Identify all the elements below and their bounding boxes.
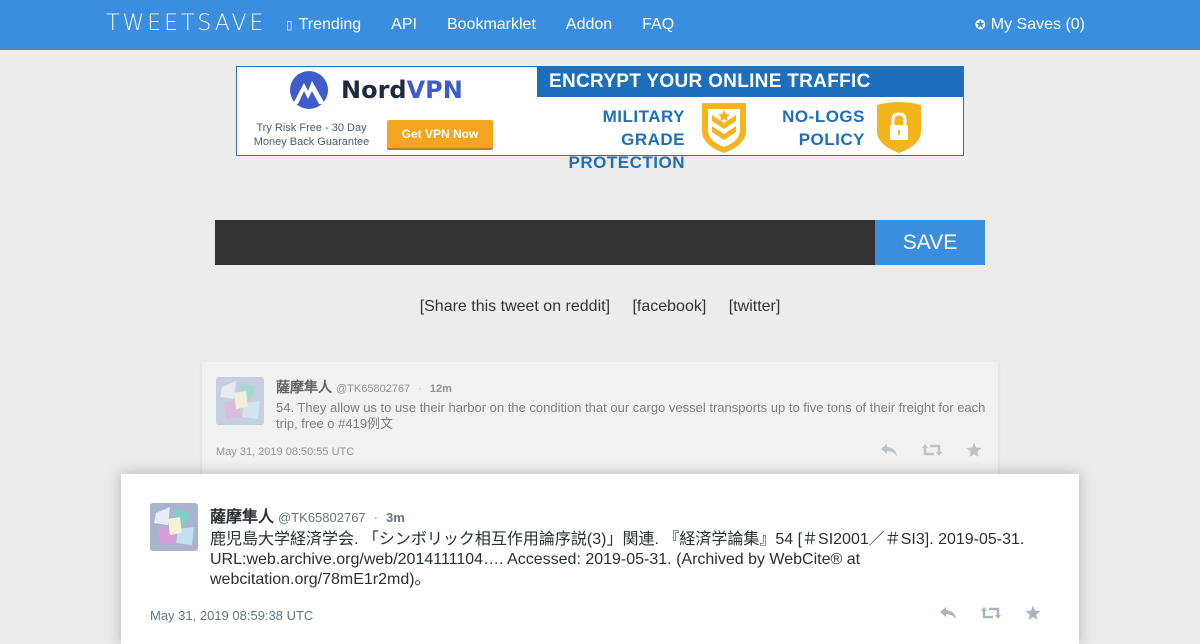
tweet-text: 54. They allow us to use their harbor on…	[276, 400, 986, 431]
ad-guarantee: Try Risk Free - 30 Day Money Back Guaran…	[253, 122, 370, 148]
retweet-icon[interactable]	[922, 443, 942, 457]
share-twitter-link[interactable]: [twitter]	[729, 298, 781, 315]
my-saves-label: My Saves (0)	[990, 16, 1085, 33]
avatar[interactable]	[150, 503, 198, 551]
ad-banner[interactable]: NordVPN Try Risk Free - 30 Day Money Bac…	[236, 66, 964, 172]
reply-icon[interactable]	[880, 443, 898, 457]
nav-addon-label: Addon	[565, 16, 613, 33]
tweet-author-handle[interactable]: @TK65802767	[278, 510, 366, 525]
tweet-actions	[915, 605, 1041, 621]
tweet-relative-time[interactable]: 12m	[430, 383, 452, 395]
tweet-actions	[856, 442, 982, 458]
nord-text: Nord	[341, 76, 407, 104]
nav-faq[interactable]: FAQ	[642, 16, 674, 34]
tweet-card: 薩摩隼人 @TK65802767 · 3m 鹿児島大学経済学会. 「シンボリック…	[121, 474, 1079, 644]
trending-icon: ▯	[286, 18, 293, 32]
get-vpn-button[interactable]: Get VPN Now	[387, 120, 493, 148]
nav-bookmarklet[interactable]: Bookmarklet	[447, 16, 536, 34]
nav-addon[interactable]: Addon	[566, 16, 612, 34]
ad-left-panel: NordVPN Try Risk Free - 30 Day Money Bac…	[237, 67, 537, 155]
save-button[interactable]: SAVE	[875, 220, 985, 265]
save-form: SAVE	[215, 220, 985, 265]
tweet-author-name[interactable]: 薩摩隼人	[276, 377, 332, 397]
reply-icon[interactable]	[939, 606, 957, 620]
tweet-header: 薩摩隼人 @TK65802767 · 3m	[210, 503, 405, 527]
nav-trending-label: Trending	[298, 16, 362, 33]
favorite-star-icon[interactable]	[966, 442, 982, 458]
tweet-card-previous: 薩摩隼人 @TK65802767 · 12m 54. They allow us…	[202, 362, 998, 474]
plus-circle-icon: ✪	[974, 17, 986, 32]
favorite-star-icon[interactable]	[1025, 605, 1041, 621]
tweet-author-name[interactable]: 薩摩隼人	[210, 503, 274, 527]
navbar: TWEETSAVE ▯ Trending API Bookmarklet Add…	[0, 0, 1200, 50]
my-saves-link[interactable]: ✪ My Saves (0)	[975, 0, 1085, 50]
tweet-timestamp: May 31, 2019 08:59:38 UTC	[150, 608, 314, 623]
ad-headline: ENCRYPT YOUR ONLINE TRAFFIC	[537, 67, 963, 97]
nav-api[interactable]: API	[391, 16, 417, 34]
nordvpn-logo: NordVPN	[287, 71, 463, 109]
nav-menu: ▯ Trending API Bookmarklet Addon FAQ	[286, 0, 704, 50]
vpn-text: VPN	[406, 76, 463, 104]
share-facebook-link[interactable]: [facebook]	[632, 298, 706, 315]
avatar[interactable]	[216, 377, 264, 425]
site-logo[interactable]: TWEETSAVE	[106, 11, 266, 36]
shield-badge-icon	[700, 101, 748, 160]
nav-faq-label: FAQ	[642, 16, 675, 33]
nordvpn-wordmark: NordVPN	[341, 76, 463, 104]
nav-bookmarklet-label: Bookmarklet	[446, 16, 536, 33]
lock-shield-icon	[875, 101, 923, 160]
tweet-relative-time[interactable]: 3m	[386, 510, 405, 525]
nav-api-label: API	[391, 16, 417, 33]
nav-trending[interactable]: ▯ Trending	[286, 16, 361, 34]
tweet-text: 鹿児島大学経済学会. 「シンボリック相互作用論序説(3)」関連. 『経済学論集』…	[210, 531, 1025, 588]
share-reddit-link[interactable]: [Share this tweet on reddit]	[420, 298, 610, 315]
ad-feature-military: MILITARY GRADE PROTECTION	[568, 107, 685, 172]
tweet-author-handle[interactable]: @TK65802767	[336, 383, 410, 395]
share-links: [Share this tweet on reddit] [facebook] …	[0, 298, 1200, 316]
tweet-timestamp: May 31, 2019 08:50:55 UTC	[216, 446, 355, 458]
separator-dot: ·	[418, 383, 422, 395]
tweet-url-input[interactable]	[215, 220, 875, 265]
separator-dot: ·	[373, 510, 379, 525]
nordvpn-mountain-icon	[290, 71, 328, 109]
ad-feature-nologs: NO-LOGS POLICY	[782, 107, 865, 149]
retweet-icon[interactable]	[981, 606, 1001, 620]
tweet-header: 薩摩隼人 @TK65802767 · 12m	[276, 377, 452, 397]
